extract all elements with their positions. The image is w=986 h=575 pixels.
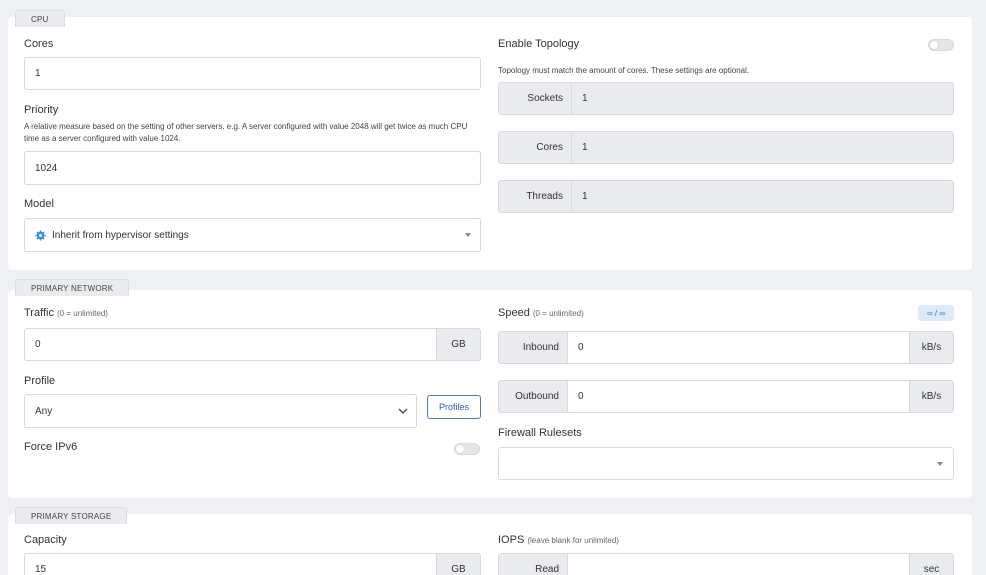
sockets-group: Sockets 1: [498, 82, 954, 115]
cores-label: Cores: [24, 38, 54, 50]
sockets-input[interactable]: 1: [572, 83, 953, 114]
traffic-unit: GB: [436, 329, 480, 360]
sockets-label: Sockets: [499, 83, 572, 114]
speed-label: Speed (0 = unlimited): [498, 307, 584, 319]
priority-input[interactable]: 1024: [24, 151, 481, 185]
read-group: Read sec: [498, 553, 954, 575]
inbound-label: Inbound: [499, 332, 568, 363]
outbound-label: Outbound: [499, 381, 568, 412]
traffic-label-text: Traffic: [24, 307, 54, 319]
priority-label: Priority: [24, 104, 59, 116]
read-unit: sec: [909, 554, 953, 575]
speed-badge: ∞ / ∞: [918, 305, 954, 321]
force-ipv6-toggle[interactable]: [454, 443, 480, 455]
capacity-unit: GB: [436, 554, 480, 575]
read-label: Read: [499, 554, 568, 575]
gear-icon: [35, 229, 46, 241]
profile-label: Profile: [24, 375, 56, 387]
outbound-unit: kB/s: [909, 381, 953, 412]
threads-label: Threads: [499, 181, 572, 212]
topology-cores-group: Cores 1: [498, 131, 954, 164]
speed-hint: (0 = unlimited): [532, 309, 584, 318]
topology-note: Topology must match the amount of cores.…: [498, 66, 750, 75]
outbound-group: Outbound 0 kB/s: [498, 380, 954, 413]
enable-topology-toggle[interactable]: [928, 39, 954, 51]
profile-select[interactable]: Any: [24, 394, 417, 428]
model-label: Model: [24, 198, 54, 210]
caret-down-icon: [465, 233, 471, 237]
chevron-down-icon: [398, 408, 408, 414]
caret-down-icon: [937, 462, 943, 466]
capacity-input[interactable]: 15: [25, 554, 436, 575]
inbound-unit: kB/s: [909, 332, 953, 363]
firewall-select[interactable]: [498, 447, 954, 480]
capacity-group: 15 GB: [24, 553, 481, 575]
threads-input[interactable]: 1: [572, 181, 953, 212]
cores-input[interactable]: 1: [24, 57, 481, 90]
force-ipv6-label: Force IPv6: [24, 441, 78, 453]
profiles-button[interactable]: Profiles: [427, 395, 481, 419]
outbound-input[interactable]: 0: [568, 381, 909, 412]
iops-hint: (leave blank for unlimited): [527, 536, 619, 545]
firewall-label: Firewall Rulesets: [498, 427, 582, 439]
network-tab[interactable]: PRIMARY NETWORK: [15, 279, 130, 296]
threads-group: Threads 1: [498, 180, 954, 213]
traffic-input[interactable]: 0: [25, 329, 436, 360]
traffic-hint: (0 = unlimited): [57, 309, 108, 318]
cpu-tab[interactable]: CPU: [15, 10, 65, 27]
capacity-label: Capacity: [24, 534, 67, 546]
storage-tab[interactable]: PRIMARY STORAGE: [15, 507, 128, 524]
iops-label-text: IOPS: [498, 534, 525, 546]
model-select[interactable]: Inherit from hypervisor settings: [24, 218, 481, 252]
model-value: Inherit from hypervisor settings: [52, 229, 189, 241]
priority-description: A relative measure based on the setting …: [24, 122, 468, 143]
topology-cores-input[interactable]: 1: [572, 132, 953, 163]
traffic-group: 0 GB: [24, 328, 481, 361]
speed-label-text: Speed: [498, 307, 530, 319]
iops-label: IOPS (leave blank for unlimited): [498, 534, 619, 546]
read-input[interactable]: [568, 554, 909, 575]
inbound-input[interactable]: 0: [568, 332, 909, 363]
inbound-group: Inbound 0 kB/s: [498, 331, 954, 364]
traffic-label: Traffic (0 = unlimited): [24, 307, 108, 319]
topology-cores-label: Cores: [499, 132, 572, 163]
enable-topology-label: Enable Topology: [498, 38, 580, 50]
